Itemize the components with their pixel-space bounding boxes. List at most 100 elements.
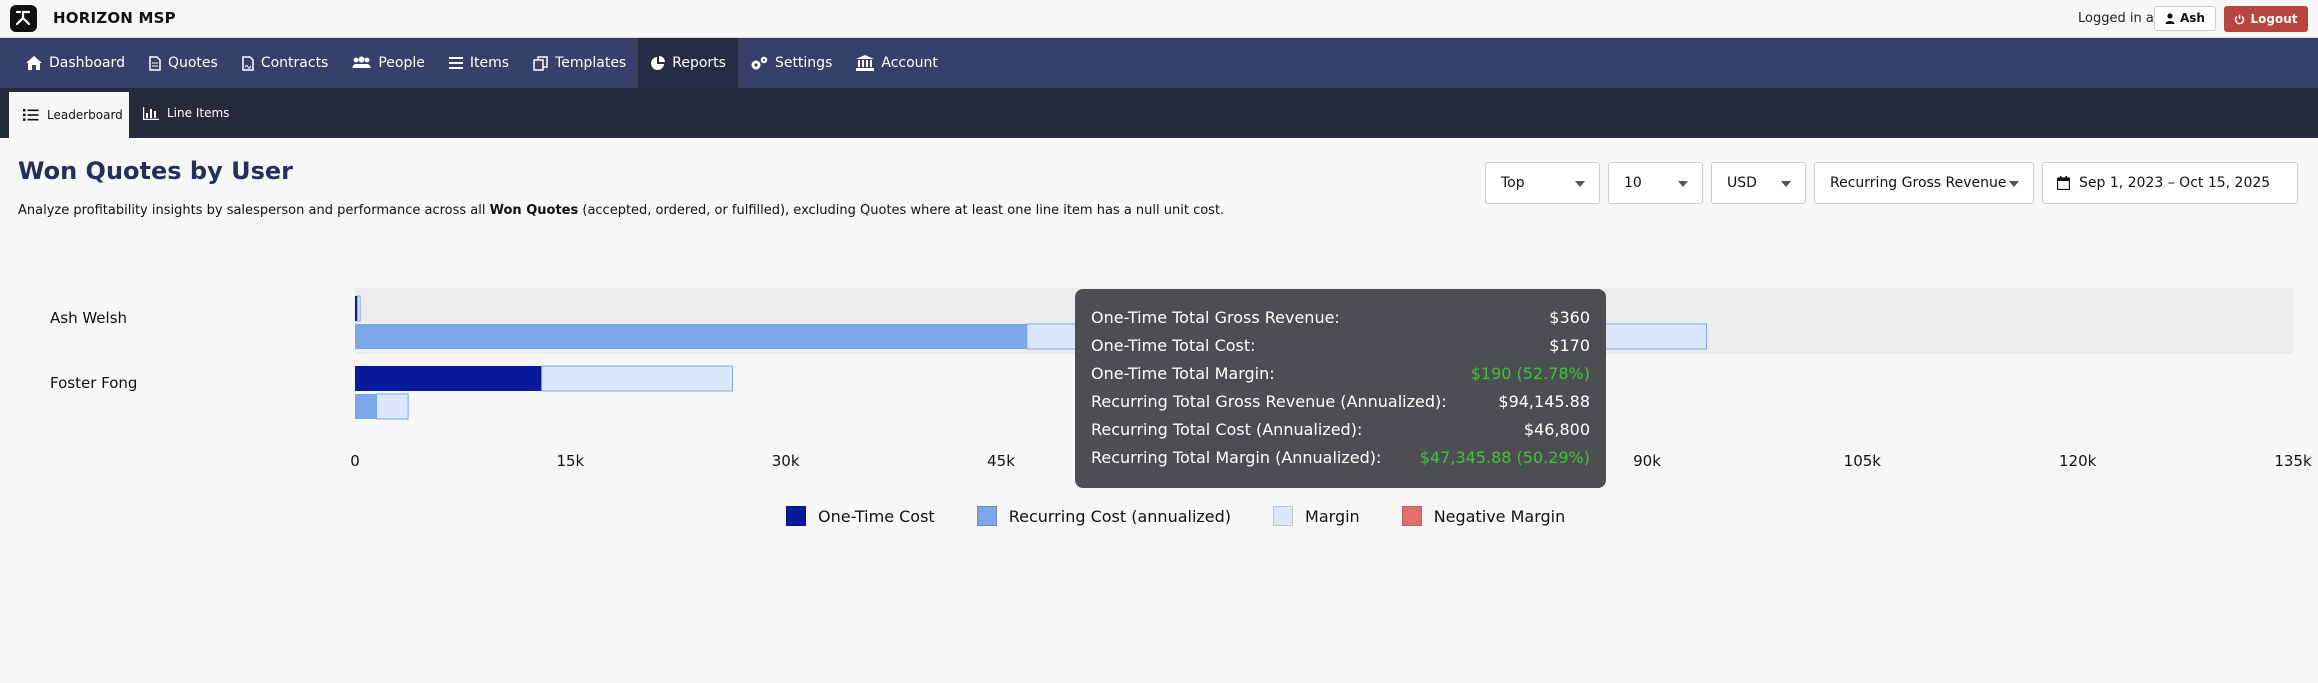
nav-label: Contracts	[260, 55, 329, 71]
list-icon	[448, 57, 463, 69]
rank-value: Top	[1501, 175, 1525, 191]
chart-tooltip: One-Time Total Gross Revenue: $360 One-Ti…	[1075, 289, 1606, 488]
x-tick-label: 105k	[1843, 452, 1881, 470]
currency-select[interactable]: USD	[1711, 162, 1806, 204]
tooltip-row: One-Time Total Gross Revenue: $360	[1091, 303, 1590, 331]
tooltip-row: One-Time Total Cost: $170	[1091, 331, 1590, 359]
tab-label: Line Items	[167, 106, 230, 120]
app-logo[interactable]	[10, 5, 37, 32]
nav-item-quotes[interactable]: Quotes	[137, 38, 230, 88]
caret-down-icon	[2009, 181, 2019, 187]
legend-one-time-cost[interactable]: One-Time Cost	[786, 506, 935, 526]
list-ul-icon	[23, 109, 39, 121]
date-range-picker[interactable]: Sep 1, 2023 – Oct 15, 2025	[2042, 162, 2298, 204]
home-icon	[26, 56, 42, 70]
top-bar: HORIZON MSP Logged in as: Ash Logout	[0, 0, 2318, 38]
nav-label: Settings	[774, 55, 833, 71]
tooltip-value: $94,145.88	[1498, 391, 1590, 411]
legend-label: Recurring Cost (annualized)	[1008, 506, 1232, 526]
desc-suffix: (accepted, ordered, or fulfilled), exclu…	[578, 203, 1225, 218]
row-label-foster-fong: Foster Fong	[50, 374, 138, 392]
page-description: Analyze profitability insights by salesp…	[18, 203, 1224, 218]
legend-swatch	[976, 506, 997, 526]
nav-label: Reports	[672, 55, 726, 71]
users-icon	[352, 56, 371, 68]
tooltip-row: Recurring Total Gross Revenue (Annualize…	[1091, 387, 1590, 415]
bar-recurring-cost[interactable]	[355, 394, 377, 419]
bank-icon	[856, 55, 875, 71]
tooltip-value: $46,800	[1523, 419, 1590, 439]
logged-in-label: Logged in as:	[2078, 11, 2165, 26]
tab-label: Leaderboard	[47, 108, 123, 122]
nav-label: Dashboard	[49, 55, 125, 71]
currency-value: USD	[1727, 175, 1757, 191]
caret-down-icon	[1781, 181, 1791, 187]
metric-select[interactable]: Recurring Gross Revenue	[1814, 162, 2034, 204]
nav-item-reports[interactable]: Reports	[638, 38, 738, 88]
legend-recurring-cost[interactable]: Recurring Cost (annualized)	[976, 506, 1232, 526]
power-icon	[2235, 14, 2245, 24]
tab-line-items[interactable]: Line Items	[143, 88, 229, 138]
bar-one-time-margin[interactable]	[356, 295, 361, 322]
tooltip-value: $360	[1549, 307, 1590, 327]
tooltip-value: $190 (52.78%)	[1470, 363, 1590, 383]
nav-item-items[interactable]: Items	[437, 38, 521, 88]
nav-item-account[interactable]: Account	[844, 38, 950, 88]
contract-icon	[242, 55, 254, 71]
x-tick-label: 135k	[2274, 452, 2312, 470]
copy-icon	[533, 55, 548, 71]
legend-swatch	[786, 506, 806, 526]
bar-one-time-margin[interactable]	[541, 365, 734, 392]
tooltip-label: One-Time Total Margin:	[1091, 363, 1275, 383]
legend-label: One-Time Cost	[818, 506, 935, 526]
user-name: Ash	[2180, 11, 2205, 25]
legend-negative-margin[interactable]: Negative Margin	[1401, 506, 1566, 526]
nav-item-dashboard[interactable]: Dashboard	[0, 38, 137, 88]
tooltip-label: Recurring Total Gross Revenue (Annualize…	[1091, 391, 1447, 411]
bar-recurring-margin[interactable]	[376, 393, 409, 420]
nav-label: Templates	[555, 55, 627, 71]
legend-label: Negative Margin	[1433, 506, 1566, 526]
caret-down-icon	[1575, 181, 1585, 187]
tooltip-row: One-Time Total Margin: $190 (52.78%)	[1091, 359, 1590, 387]
tooltip-label: Recurring Total Margin (Annualized):	[1091, 447, 1382, 467]
tab-leaderboard[interactable]: Leaderboard	[9, 88, 129, 138]
main-nav: Dashboard Quotes Contracts People Items …	[0, 38, 2318, 88]
count-select[interactable]: 10	[1608, 162, 1703, 204]
caret-down-icon	[1678, 181, 1688, 187]
calendar-icon	[2057, 176, 2070, 190]
pie-chart-icon	[651, 55, 666, 70]
brand-name: HORIZON MSP	[53, 9, 176, 27]
x-tick-label: 45k	[987, 452, 1015, 470]
nav-item-people[interactable]: People	[340, 38, 437, 88]
user-button[interactable]: Ash	[2154, 6, 2216, 31]
nav-item-settings[interactable]: Settings	[738, 38, 844, 88]
row-label-ash-welsh: Ash Welsh	[50, 309, 128, 327]
gears-icon	[751, 56, 768, 69]
bar-one-time-cost[interactable]	[355, 366, 542, 391]
tooltip-row: Recurring Total Margin (Annualized): $47,…	[1091, 443, 1590, 471]
nav-label: Account	[881, 55, 938, 71]
user-icon	[2165, 13, 2175, 24]
nav-label: Items	[469, 55, 510, 71]
rank-select[interactable]: Top	[1485, 162, 1600, 204]
chart-legend: One-Time Cost Recurring Cost (annualized…	[786, 506, 1607, 526]
x-tick-label: 0	[350, 452, 360, 470]
tooltip-value: $47,345.88 (50.29%)	[1419, 447, 1590, 467]
date-range-value: Sep 1, 2023 – Oct 15, 2025	[2079, 175, 2271, 191]
sub-nav: Leaderboard Line Items	[0, 88, 2318, 138]
tooltip-label: One-Time Total Cost:	[1091, 335, 1256, 355]
nav-item-templates[interactable]: Templates	[521, 38, 638, 88]
nav-item-contracts[interactable]: Contracts	[230, 38, 341, 88]
logout-button[interactable]: Logout	[2224, 6, 2308, 32]
page-title: Won Quotes by User	[18, 157, 293, 185]
tooltip-label: One-Time Total Gross Revenue:	[1091, 307, 1340, 327]
legend-margin[interactable]: Margin	[1273, 506, 1360, 526]
x-tick-label: 15k	[556, 452, 585, 470]
bar-recurring-cost[interactable]	[355, 324, 1027, 349]
legend-label: Margin	[1305, 506, 1360, 526]
x-tick-label: 90k	[1633, 452, 1661, 470]
logout-label: Logout	[2250, 12, 2298, 26]
nav-label: People	[378, 55, 425, 71]
logo-icon	[15, 10, 31, 26]
